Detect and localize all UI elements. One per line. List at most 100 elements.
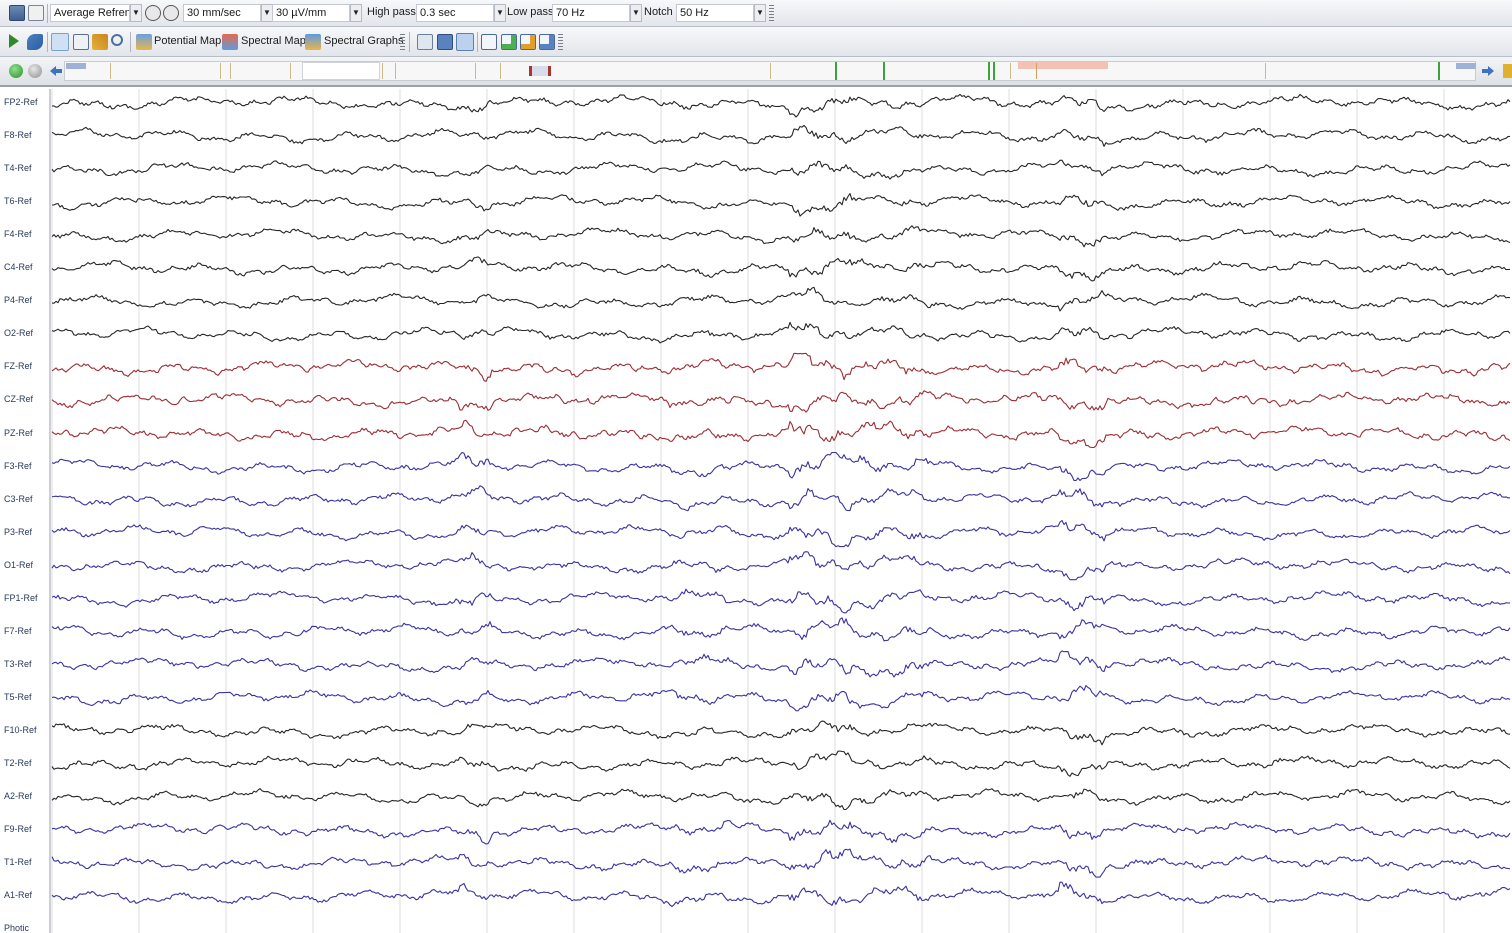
eeg-trace-a2-ref [51, 788, 1511, 811]
window-icon[interactable] [481, 34, 497, 50]
timeline-tick [475, 63, 476, 79]
sensitivity-select[interactable]: 30 µV/mm [272, 4, 350, 22]
window-remove-icon[interactable] [539, 34, 555, 50]
timeline-tick [290, 63, 291, 79]
print-preview-icon[interactable] [28, 5, 44, 21]
eeg-trace-t5-ref [51, 685, 1511, 712]
timeline-current-window[interactable] [302, 62, 380, 80]
eeg-trace-fp1-ref [51, 588, 1511, 614]
eeg-trace-a1-ref [51, 881, 1511, 908]
timeline-tick [230, 63, 231, 79]
timeline-tick [220, 63, 221, 79]
zoom-out-icon[interactable] [145, 5, 161, 21]
eeg-trace-p4-ref [51, 286, 1511, 312]
spectral-graphs-icon [305, 34, 321, 50]
stop-icon[interactable] [28, 64, 42, 78]
scroll-right-icon[interactable] [1482, 66, 1494, 76]
scroll-left-icon[interactable] [50, 66, 62, 76]
eeg-trace-f7-ref [51, 617, 1511, 642]
recording-navigation-bar [0, 57, 1512, 87]
toolbar-separator [47, 32, 48, 52]
annotate-pen-icon[interactable] [92, 34, 108, 50]
view-split-icon[interactable] [456, 33, 474, 51]
timeline-tick [1010, 63, 1011, 79]
toolbar-separator [47, 4, 48, 23]
eeg-trace-f10-ref [51, 720, 1511, 746]
eeg-trace-cz-ref [51, 390, 1511, 413]
timeline-tick [1036, 63, 1037, 79]
toolbar-grip[interactable] [400, 34, 405, 52]
eeg-trace-t2-ref [51, 750, 1511, 777]
settings-toolbar: Average Refrenc ▼ 30 mm/sec ▼ 30 µV/mm ▼… [0, 0, 1512, 27]
eeg-trace-t1-ref [51, 848, 1511, 878]
timeline-tick [395, 63, 396, 79]
spectral-map-button[interactable]: Spectral Map [241, 35, 306, 47]
timeline-event-green[interactable] [988, 62, 990, 80]
timeline-tick [382, 63, 383, 79]
timeline-event-green[interactable] [835, 62, 837, 80]
view-single-icon[interactable] [437, 34, 453, 50]
spectral-graphs-button[interactable]: Spectral Graphs [324, 35, 403, 47]
timeline-event-green[interactable] [993, 62, 995, 80]
tools-toolbar: Potential Map Spectral Map Spectral Grap… [0, 27, 1512, 57]
notch-select[interactable]: 50 Hz [676, 4, 754, 22]
eeg-trace-c4-ref [51, 256, 1511, 282]
high-pass-select[interactable]: 0.3 sec [416, 4, 494, 22]
potential-map-icon [136, 34, 152, 50]
rewind-icon[interactable] [27, 34, 43, 50]
toolbar-separator [477, 32, 478, 52]
timeline-event-green[interactable] [1438, 62, 1440, 80]
notch-dropdown-arrow[interactable]: ▼ [754, 4, 766, 22]
timeline-tick [500, 63, 501, 79]
toolbar-separator [409, 32, 410, 52]
select-pointer-icon[interactable] [51, 33, 69, 51]
eeg-trace-o2-ref [51, 321, 1511, 344]
window-add-icon[interactable] [501, 34, 517, 50]
montage-dropdown-arrow[interactable]: ▼ [130, 4, 142, 22]
speed-select[interactable]: 30 mm/sec [183, 4, 261, 22]
eeg-trace-f8-ref [51, 124, 1511, 147]
toolbar-separator [130, 32, 131, 52]
timeline-cursor-marker[interactable] [529, 66, 551, 76]
sensitivity-dropdown-arrow[interactable]: ▼ [350, 4, 362, 22]
zoom-in-icon[interactable] [163, 5, 179, 21]
go-green-icon[interactable] [9, 64, 23, 78]
timeline-selection[interactable] [1018, 62, 1108, 69]
eeg-trace-fz-ref [51, 352, 1511, 382]
low-pass-select[interactable]: 70 Hz [552, 4, 630, 22]
toolbar-grip[interactable] [558, 34, 563, 52]
timeline-tick [770, 63, 771, 79]
eeg-trace-p3-ref [51, 519, 1511, 548]
low-pass-label: Low pass [507, 6, 554, 18]
low-pass-dropdown-arrow[interactable]: ▼ [630, 4, 642, 22]
eeg-trace-t6-ref [51, 193, 1511, 217]
toolbar-grip[interactable] [769, 5, 774, 23]
eeg-trace-o1-ref [51, 551, 1511, 581]
eeg-trace-t3-ref [51, 650, 1511, 678]
eeg-trace-t4-ref [51, 159, 1511, 180]
timeline-event-green[interactable] [883, 62, 885, 80]
measure-icon[interactable] [73, 34, 89, 50]
print-icon[interactable] [9, 5, 25, 21]
bookmark-icon[interactable] [1503, 64, 1512, 78]
timeline-end-marker [1456, 63, 1476, 69]
montage-select[interactable]: Average Refrenc [50, 4, 130, 22]
play-icon[interactable] [9, 34, 19, 48]
window-copy-icon[interactable] [520, 34, 536, 50]
magnifier-icon[interactable] [111, 34, 123, 46]
timeline-tick [1265, 63, 1266, 79]
eeg-trace-pz-ref [51, 419, 1511, 449]
eeg-trace-fp2-ref [51, 93, 1511, 118]
montage-icon[interactable] [417, 34, 433, 50]
notch-label: Notch [644, 6, 673, 18]
eeg-trace-f3-ref [51, 451, 1511, 482]
spectral-map-icon [222, 34, 238, 50]
eeg-trace-f9-ref [51, 819, 1511, 845]
eeg-trace-c3-ref [51, 485, 1511, 512]
high-pass-label: High pass [367, 6, 416, 18]
timeline-tick [110, 63, 111, 79]
high-pass-dropdown-arrow[interactable]: ▼ [494, 4, 506, 22]
eeg-waveforms [49, 89, 1511, 933]
potential-map-button[interactable]: Potential Map [154, 35, 221, 47]
eeg-trace-panel[interactable]: FP2-Ref F8-Ref T4-Ref T6-Ref F4-Ref C4-Ref P4-… [0, 89, 1512, 933]
